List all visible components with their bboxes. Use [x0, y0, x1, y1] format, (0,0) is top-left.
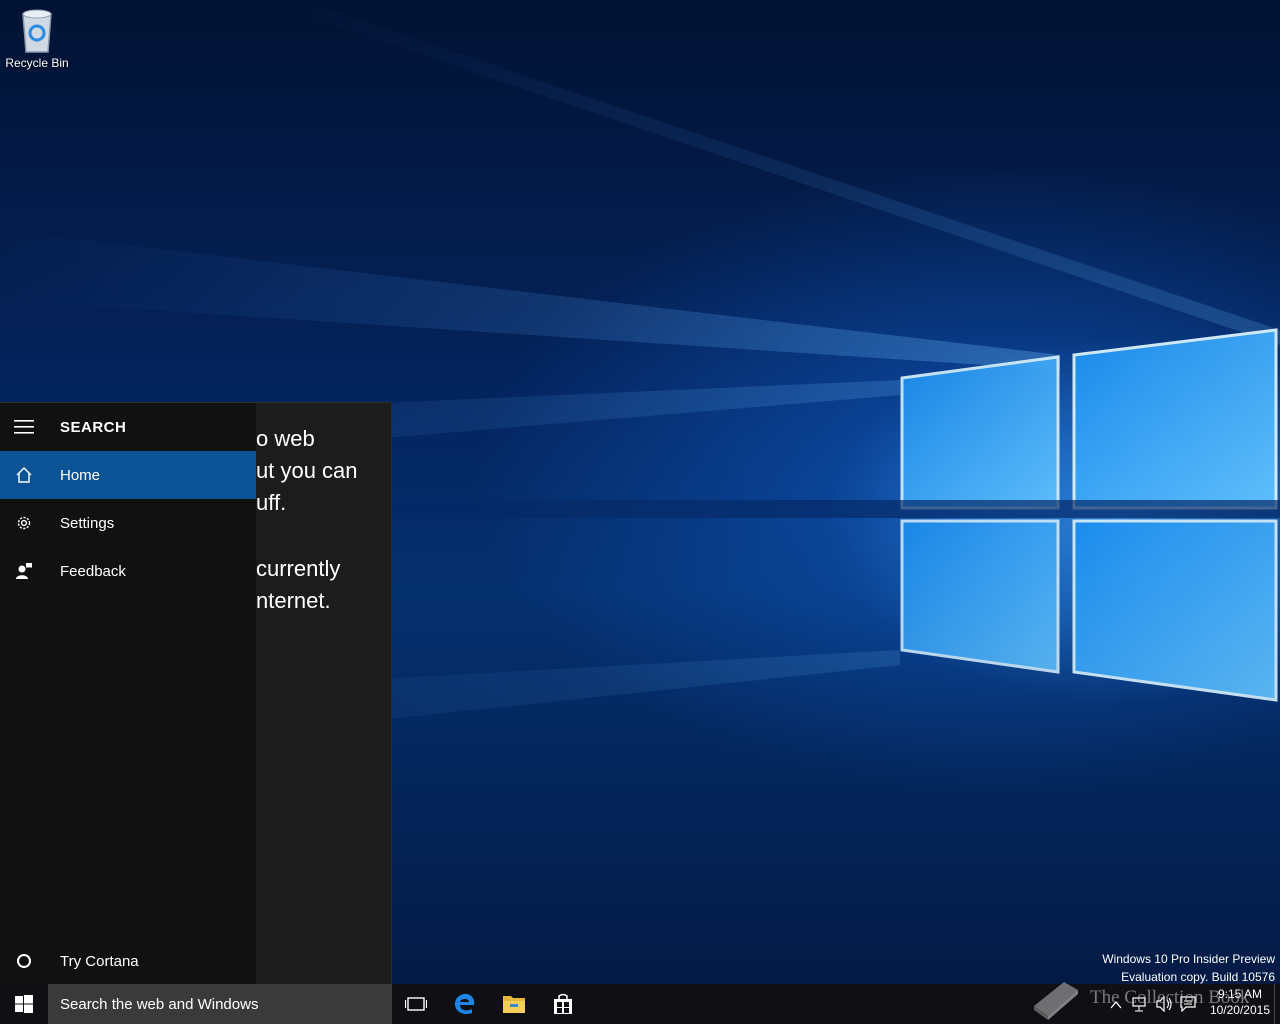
- edge-button[interactable]: [441, 984, 489, 1024]
- store-icon: [554, 993, 572, 1014]
- task-view-button[interactable]: [392, 984, 440, 1024]
- start-button[interactable]: [0, 984, 48, 1024]
- site-watermark-text: The Collection Book: [1090, 987, 1250, 1008]
- search-panel-message: o web ut you can uff. currently nternet.: [256, 423, 391, 617]
- search-placeholder: Search the web and Windows: [60, 995, 259, 1013]
- watermark-line-1: Windows 10 Pro Insider Preview: [1102, 952, 1275, 966]
- menu-item-label: Try Cortana: [60, 952, 139, 970]
- message-line-5: nternet.: [256, 588, 331, 613]
- search-hamburger-menu: SEARCH Home Settings Feedback Try Cortan…: [0, 403, 256, 984]
- menu-item-label: Home: [60, 466, 101, 484]
- file-explorer-icon: [503, 996, 525, 1013]
- feedback-icon: [0, 562, 48, 580]
- menu-title: SEARCH: [60, 418, 127, 436]
- taskbar-search-box[interactable]: Search the web and Windows: [48, 984, 392, 1024]
- recycle-bin-label: Recycle Bin: [5, 56, 69, 70]
- windows-start-icon: [15, 995, 33, 1013]
- hamburger-icon[interactable]: [0, 420, 48, 434]
- search-panel: o web ut you can uff. currently nternet.…: [0, 402, 392, 984]
- book-logo-icon: [1034, 982, 1078, 1020]
- message-line-2: ut you can: [256, 458, 358, 483]
- home-icon: [0, 466, 48, 484]
- file-explorer-button[interactable]: [490, 984, 538, 1024]
- recycle-bin-desktop-icon[interactable]: Recycle Bin: [4, 6, 70, 70]
- menu-item-label: Settings: [60, 514, 115, 532]
- menu-item-home[interactable]: Home: [0, 451, 256, 499]
- message-line-1: o web: [256, 426, 315, 451]
- menu-header[interactable]: SEARCH: [0, 403, 256, 451]
- task-view-icon: [405, 997, 427, 1011]
- recycle-bin-icon: [22, 9, 52, 53]
- edge-icon: [455, 993, 475, 1014]
- menu-item-feedback[interactable]: Feedback: [0, 547, 256, 595]
- gear-icon: [0, 514, 48, 532]
- store-button[interactable]: [539, 984, 587, 1024]
- message-line-3: uff.: [256, 490, 287, 515]
- site-watermark: The Collection Book: [1030, 976, 1249, 1020]
- menu-item-try-cortana[interactable]: Try Cortana: [0, 937, 256, 984]
- show-desktop-button[interactable]: [1274, 984, 1280, 1024]
- menu-item-settings[interactable]: Settings: [0, 499, 256, 547]
- cortana-circle-icon: [0, 953, 48, 969]
- message-line-4: currently: [256, 556, 341, 581]
- menu-item-label: Feedback: [60, 562, 126, 580]
